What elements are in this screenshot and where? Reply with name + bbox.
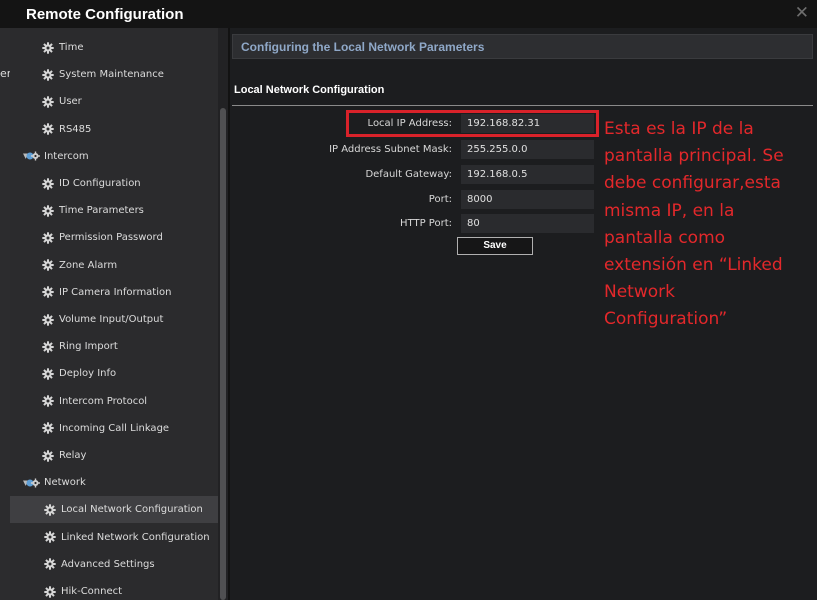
- gear-icon: [42, 41, 54, 54]
- annotation-line: pantalla principal. Se: [604, 146, 784, 167]
- sidebar-item-label: Deploy Info: [59, 368, 117, 380]
- annotation-line: extensión en “Linked: [604, 255, 783, 276]
- annotation-line: Esta es la IP de la: [604, 119, 754, 139]
- sidebar-item-label: Incoming Call Linkage: [59, 422, 170, 434]
- content-header: Configuring the Local Network Parameters: [232, 34, 813, 59]
- sidebar-item-label: Local Network Configuration: [61, 504, 203, 516]
- sidebar-item-intercom[interactable]: ▼ Intercom: [10, 143, 218, 170]
- port-field[interactable]: 8000: [461, 190, 594, 209]
- sidebar-item-system-maintenance[interactable]: System Maintenance: [10, 61, 218, 88]
- gear-icon: [42, 313, 54, 326]
- sidebar-item-label: Intercom Protocol: [59, 395, 148, 407]
- sidebar-item-local-network-configuration[interactable]: Local Network Configuration: [10, 496, 218, 524]
- sidebar-item-label: Zone Alarm: [59, 259, 118, 271]
- sidebar-item-relay[interactable]: Relay: [10, 442, 218, 469]
- sidebar-item-time[interactable]: Time: [10, 34, 218, 61]
- sidebar-scrollbar[interactable]: [218, 28, 228, 600]
- default-gateway-label: Default Gateway:: [365, 169, 452, 180]
- sidebar-item-label: Time Parameters: [59, 205, 144, 217]
- sidebar-item-label: System Maintenance: [59, 69, 164, 81]
- sidebar-item-label: Hik-Connect: [61, 586, 123, 597]
- sidebar-item-label: Volume Input/Output: [59, 314, 164, 325]
- gear-icon: [42, 449, 54, 462]
- gear-icon: [42, 259, 54, 271]
- gear-icon: [42, 340, 54, 353]
- gear-icon: [44, 531, 56, 543]
- gear-icon: [44, 558, 56, 570]
- window-titlebar: Remote Configuration ✕: [0, 0, 817, 28]
- gear-icon: [42, 368, 54, 380]
- annotation-line: debe configurar,esta: [604, 173, 781, 194]
- annotation-line: pantalla como: [604, 227, 726, 248]
- sidebar-item-hik-connect[interactable]: Hik-Connect: [10, 578, 218, 600]
- sidebar-item-ring-import[interactable]: Ring Import: [10, 333, 218, 360]
- gear-icon: [42, 204, 54, 217]
- gear-icon: [44, 504, 56, 516]
- gear-icon: [42, 232, 54, 244]
- sidebar-item-label: Network: [44, 477, 86, 489]
- scrollbar-thumb[interactable]: [220, 108, 226, 600]
- gear-icon: [42, 395, 54, 407]
- close-icon[interactable]: ✕: [795, 3, 809, 23]
- http-port-field[interactable]: 80: [461, 214, 594, 233]
- sidebar-item-label: Intercom: [44, 150, 89, 162]
- gear-icon: [42, 123, 54, 135]
- sidebar-item-permission-password[interactable]: Permission Password: [10, 224, 218, 251]
- gear-icon: [42, 96, 54, 108]
- window-title: Remote Configuration: [26, 6, 184, 23]
- save-button[interactable]: Save: [457, 237, 533, 255]
- section-title: Local Network Configuration: [234, 84, 385, 96]
- sidebar-item-linked-network-configuration[interactable]: Linked Network Configuration: [10, 524, 218, 551]
- sidebar-item-zone-alarm[interactable]: Zone Alarm: [10, 252, 218, 279]
- sidebar-item-label: Ring Import: [59, 341, 118, 353]
- subnet-mask-field[interactable]: 255.255.0.0: [461, 140, 594, 159]
- default-gateway-field[interactable]: 192.168.0.5: [461, 165, 594, 184]
- sidebar-item-label: Time: [59, 42, 84, 53]
- sidebar-item-time-parameters[interactable]: Time Parameters: [10, 197, 218, 224]
- group-icon: [26, 477, 40, 489]
- sidebar-item-network[interactable]: ▼ Network: [10, 469, 218, 496]
- sidebar-item-intercom-protocol[interactable]: Intercom Protocol: [10, 388, 218, 415]
- ip-highlight-box: [346, 110, 599, 137]
- subnet-mask-label: IP Address Subnet Mask:: [329, 144, 452, 155]
- gear-icon: [42, 177, 54, 190]
- sidebar-item-advanced-settings[interactable]: Advanced Settings: [10, 551, 218, 578]
- group-icon: [26, 150, 40, 162]
- sidebar-item-label: Advanced Settings: [61, 558, 155, 570]
- annotation-line: misma IP, en la: [604, 200, 735, 221]
- gear-icon: [42, 286, 54, 298]
- annotation-line: Configuration”: [604, 309, 728, 330]
- sidebar-item-incoming-call-linkage[interactable]: Incoming Call Linkage: [10, 415, 218, 442]
- annotation-note: Esta es la IP de la pantalla principal. …: [604, 116, 817, 334]
- sidebar-item-label: Linked Network Configuration: [61, 531, 210, 543]
- content-header-title: Configuring the Local Network Parameters: [241, 40, 485, 54]
- sidebar-item-id-configuration[interactable]: ID Configuration: [10, 170, 218, 197]
- gear-icon: [44, 585, 56, 598]
- sidebar-item-ip-camera-information[interactable]: IP Camera Information: [10, 279, 218, 306]
- sidebar-item-label: User: [59, 96, 82, 108]
- sidebar-item-volume-input-output[interactable]: Volume Input/Output: [10, 306, 218, 333]
- sidebar-item-label: Permission Password: [59, 232, 163, 244]
- sidebar-item-user[interactable]: User: [10, 88, 218, 115]
- sidebar-item-label: RS485: [59, 123, 92, 135]
- sidebar-item-deploy-info[interactable]: Deploy Info: [10, 360, 218, 387]
- annotation-line: Network: [604, 282, 675, 303]
- sidebar-item-label: Relay: [59, 450, 87, 461]
- http-port-label: HTTP Port:: [400, 218, 452, 229]
- gear-icon: [42, 68, 54, 81]
- gear-icon: [42, 422, 54, 434]
- sidebar-item-rs485[interactable]: RS485: [10, 116, 218, 143]
- section-divider: [232, 105, 813, 106]
- sidebar-item-label: IP Camera Information: [59, 286, 172, 298]
- sidebar-item-label: ID Configuration: [59, 178, 141, 189]
- port-label: Port:: [428, 194, 452, 205]
- background-window-edge: [0, 28, 10, 600]
